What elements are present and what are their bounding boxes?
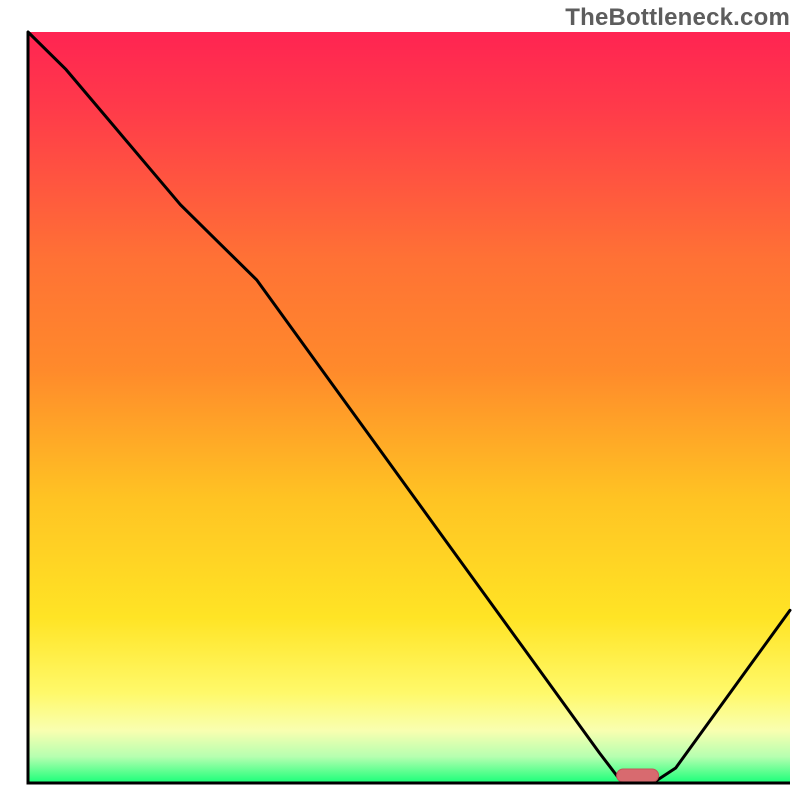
- optimal-marker: [617, 769, 659, 782]
- chart-container: TheBottleneck.com: [0, 0, 800, 800]
- bottleneck-chart: [0, 0, 800, 800]
- plot-background: [28, 32, 790, 783]
